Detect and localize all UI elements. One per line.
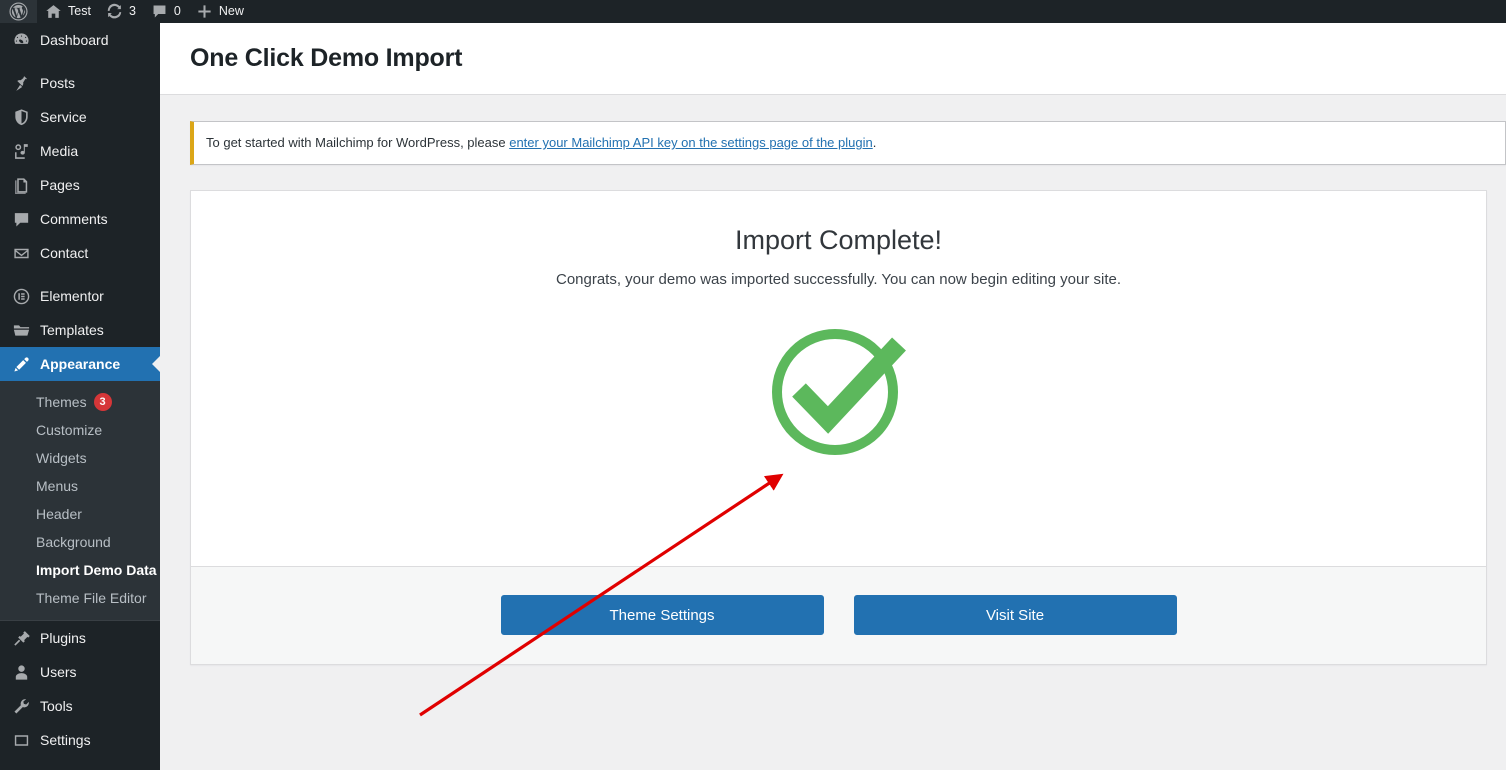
submenu-item-header[interactable]: Header	[0, 500, 160, 528]
submenu-label-menus: Menus	[36, 478, 79, 494]
submenu-label-theme-file-editor: Theme File Editor	[36, 590, 147, 606]
admin-bar: Test 3 0 New	[0, 0, 1506, 23]
admin-sidebar: Dashboard Posts Service Media Pages Comm…	[0, 23, 160, 770]
theme-settings-button[interactable]: Theme Settings	[500, 595, 824, 635]
content-area: One Click Demo Import To get started wit…	[160, 23, 1506, 770]
updates-menu[interactable]: 3	[98, 0, 143, 23]
sidebar-label-appearance: Appearance	[40, 356, 121, 372]
notice-text-before: To get started with Mailchimp for WordPr…	[206, 135, 510, 150]
import-complete-subheading: Congrats, your demo was imported success…	[555, 270, 1122, 288]
submenu-label-import-demo-data: Import Demo Data	[36, 562, 157, 578]
wordpress-icon	[9, 2, 28, 21]
sidebar-label-comments: Comments	[40, 211, 108, 227]
mailchimp-notice: To get started with Mailchimp for WordPr…	[190, 121, 1506, 165]
page-header: One Click Demo Import	[160, 23, 1506, 95]
sidebar-label-plugins: Plugins	[40, 630, 86, 646]
new-content-label: New	[218, 4, 244, 18]
submenu-label-themes: Themes	[36, 394, 87, 410]
sidebar-item-comments[interactable]: Comments	[0, 202, 160, 236]
shield-icon	[11, 107, 31, 127]
elementor-icon	[11, 286, 31, 306]
import-result-card: Import Complete! Congrats, your demo was…	[190, 189, 1487, 665]
user-icon	[11, 662, 31, 682]
sidebar-item-dashboard[interactable]: Dashboard	[0, 23, 160, 57]
submenu-item-themes[interactable]: Themes 3	[0, 388, 160, 416]
comments-count: 0	[173, 4, 181, 18]
card-body: Import Complete! Congrats, your demo was…	[191, 191, 1486, 566]
new-content-menu[interactable]: New	[188, 0, 251, 23]
site-name-label: Test	[68, 4, 91, 18]
sidebar-gap-2	[0, 270, 160, 279]
submenu-label-customize: Customize	[36, 422, 103, 438]
home-icon	[44, 2, 63, 21]
pin-icon	[11, 73, 31, 93]
mailchimp-settings-link[interactable]: enter your Mailchimp API key on the sett…	[509, 135, 873, 150]
folder-icon	[11, 320, 31, 340]
submenu-item-background[interactable]: Background	[0, 528, 160, 556]
sidebar-label-elementor: Elementor	[40, 288, 104, 304]
update-icon	[105, 2, 124, 21]
submenu-label-header: Header	[36, 506, 82, 522]
submenu-item-widgets[interactable]: Widgets	[0, 444, 160, 472]
visit-site-button[interactable]: Visit Site	[853, 595, 1177, 635]
site-name-menu[interactable]: Test	[37, 0, 98, 23]
plus-icon	[195, 2, 214, 21]
sidebar-item-media[interactable]: Media	[0, 134, 160, 168]
gear-icon	[11, 730, 31, 750]
notice-wrapper: To get started with Mailchimp for WordPr…	[160, 95, 1506, 165]
sidebar-label-templates: Templates	[40, 322, 104, 338]
plug-icon	[11, 628, 31, 648]
submenu-label-widgets: Widgets	[36, 450, 87, 466]
sidebar-label-tools: Tools	[40, 698, 73, 714]
wordpress-logo-menu[interactable]	[0, 0, 37, 23]
sidebar-item-settings[interactable]: Settings	[0, 723, 160, 757]
submenu-label-background: Background	[36, 534, 111, 550]
sidebar-item-plugins[interactable]: Plugins	[0, 621, 160, 655]
appearance-submenu: Themes 3 Customize Widgets Menus Header …	[0, 381, 160, 620]
submenu-item-customize[interactable]: Customize	[0, 416, 160, 444]
submenu-item-menus[interactable]: Menus	[0, 472, 160, 500]
sidebar-item-users[interactable]: Users	[0, 655, 160, 689]
check-circle-icon	[771, 328, 906, 455]
sidebar-item-pages[interactable]: Pages	[0, 168, 160, 202]
page-title: One Click Demo Import	[190, 44, 463, 72]
sidebar-item-templates[interactable]: Templates	[0, 313, 160, 347]
sidebar-label-contact: Contact	[40, 245, 89, 261]
sidebar-item-tools[interactable]: Tools	[0, 689, 160, 723]
sidebar-label-service: Service	[40, 109, 87, 125]
pages-icon	[11, 175, 31, 195]
updates-count: 3	[128, 4, 136, 18]
sidebar-item-posts[interactable]: Posts	[0, 66, 160, 100]
comment-icon	[150, 2, 169, 21]
envelope-icon	[11, 243, 31, 263]
sidebar-label-users: Users	[40, 664, 77, 680]
sidebar-gap-1	[0, 57, 160, 66]
comment-icon	[11, 209, 31, 229]
card-footer: Theme Settings Visit Site	[191, 565, 1486, 664]
sidebar-label-pages: Pages	[40, 177, 80, 193]
submenu-item-theme-file-editor[interactable]: Theme File Editor	[0, 584, 160, 612]
brush-icon	[11, 354, 31, 374]
media-icon	[11, 141, 31, 161]
comments-menu[interactable]: 0	[143, 0, 188, 23]
notice-text-after: .	[872, 135, 877, 150]
sidebar-label-posts: Posts	[40, 75, 76, 91]
wrench-icon	[11, 696, 31, 716]
sidebar-item-elementor[interactable]: Elementor	[0, 279, 160, 313]
sidebar-label-media: Media	[40, 143, 79, 159]
sidebar-label-settings: Settings	[40, 732, 91, 748]
sidebar-label-dashboard: Dashboard	[40, 32, 109, 48]
sidebar-item-appearance[interactable]: Appearance	[0, 347, 160, 381]
import-complete-heading: Import Complete!	[734, 224, 943, 255]
sidebar-item-contact[interactable]: Contact	[0, 236, 160, 270]
submenu-item-import-demo-data[interactable]: Import Demo Data	[0, 556, 160, 584]
sidebar-item-service[interactable]: Service	[0, 100, 160, 134]
themes-update-badge: 3	[93, 393, 112, 411]
success-icon-wrapper	[191, 328, 1486, 458]
dashboard-icon	[11, 30, 31, 50]
